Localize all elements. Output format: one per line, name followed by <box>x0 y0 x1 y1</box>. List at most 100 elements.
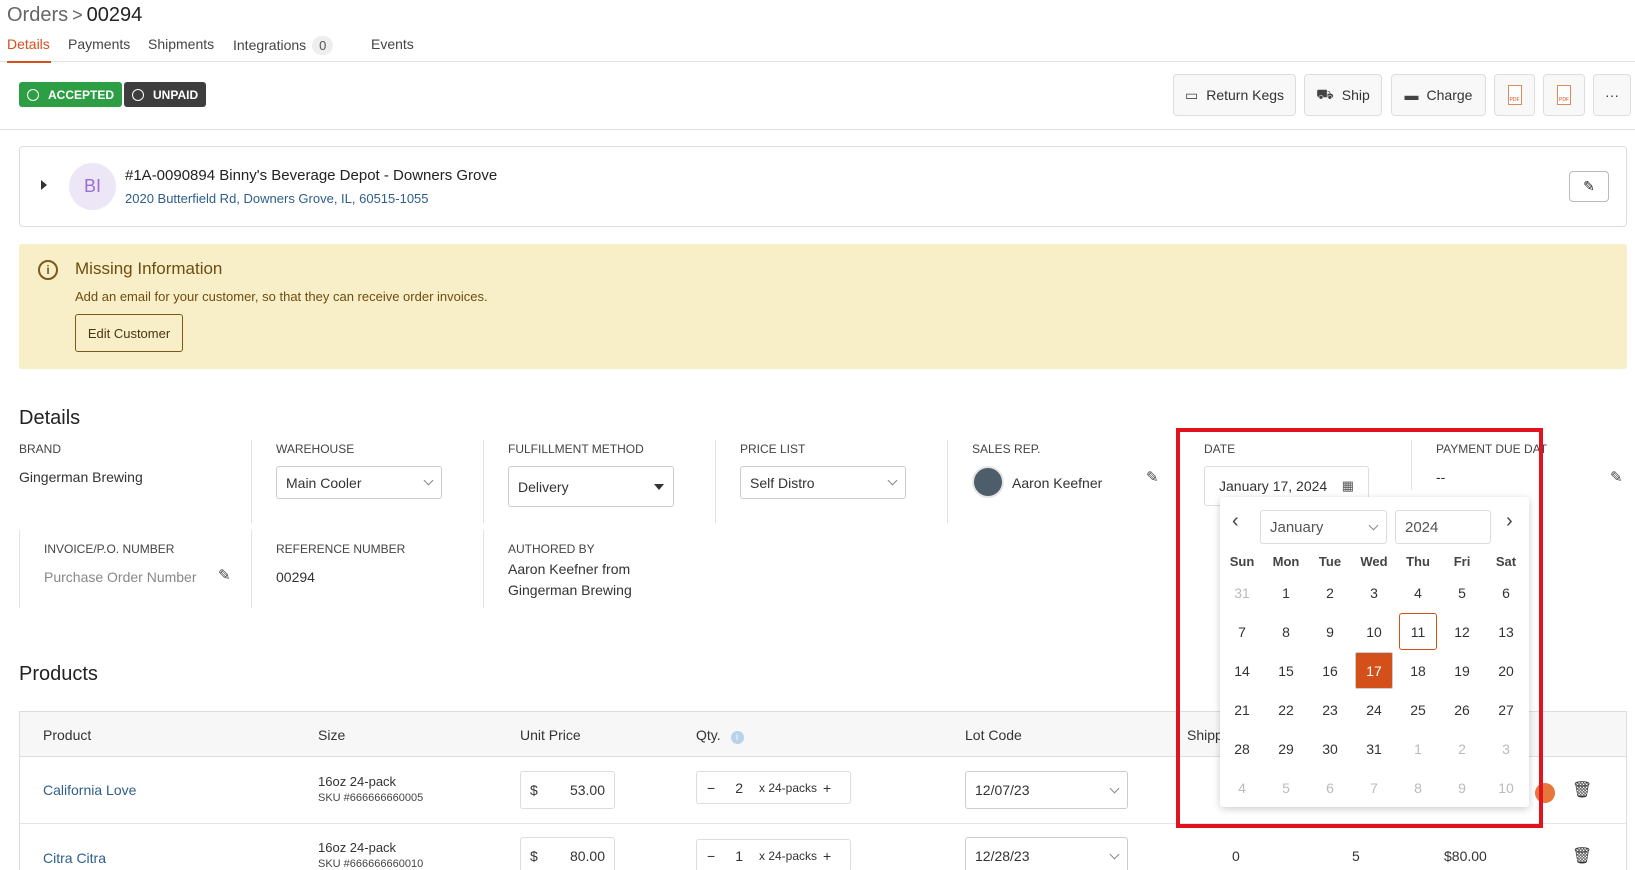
divider <box>947 440 948 523</box>
tab-events[interactable]: Events <box>371 36 414 52</box>
ship-button[interactable]: ⛟ Ship <box>1304 74 1382 116</box>
tab-integrations-label: Integrations <box>233 37 307 53</box>
authored-line2: Gingerman Brewing <box>508 582 632 598</box>
products-heading: Products <box>19 663 98 685</box>
tab-details[interactable]: Details <box>7 36 50 52</box>
price-list-select[interactable]: Self Distro <box>740 466 906 499</box>
col-qty-label: Qty. <box>696 727 721 743</box>
fulfillment-label: FULFILLMENT METHOD <box>508 442 644 456</box>
unpaid-label: UNPAID <box>153 87 199 102</box>
warehouse-value: Main Cooler <box>286 474 362 491</box>
col-unit-price: Unit Price <box>520 727 581 743</box>
unit-price-input[interactable]: $80.00 <box>520 837 615 870</box>
breadcrumb-separator: > <box>72 5 83 25</box>
product-size: 16oz 24-pack SKU #666666660010 <box>318 839 423 870</box>
chevron-down-icon <box>887 475 898 486</box>
plus-icon[interactable]: + <box>823 848 831 864</box>
pdf-icon <box>1507 85 1522 105</box>
price-list-label: PRICE LIST <box>740 442 806 456</box>
lot-code-select[interactable]: 12/07/23 <box>965 771 1128 809</box>
circle-icon <box>132 88 144 101</box>
keg-icon: ▭ <box>1184 86 1199 103</box>
unit-price-input[interactable]: $53.00 <box>520 771 615 809</box>
truck-icon: ⛟ <box>1316 85 1334 102</box>
divider <box>715 440 716 523</box>
invoice-label: INVOICE/P.O. NUMBER <box>44 542 175 556</box>
unit-price-value: 53.00 <box>569 782 605 798</box>
minus-icon[interactable]: − <box>707 848 715 864</box>
return-kegs-button[interactable]: ▭ Return Kegs <box>1173 74 1296 116</box>
quantity-column-value: 5 <box>1352 848 1360 864</box>
unit-price-value: 80.00 <box>569 848 605 864</box>
plus-icon[interactable]: + <box>823 780 831 796</box>
divider <box>483 440 484 523</box>
accepted-status-badge: ACCEPTED <box>19 82 123 107</box>
pdf-invoice-button[interactable] <box>1494 74 1535 116</box>
product-name-link[interactable]: Citra Citra <box>43 850 106 866</box>
highlight-frame <box>1176 428 1543 828</box>
quantity-stepper[interactable]: − 2 x 24-packs + <box>696 771 851 804</box>
delete-row-trash-icon[interactable]: 🗑 <box>1572 846 1592 866</box>
tab-integrations[interactable]: Integrations 0 <box>233 36 334 55</box>
quantity-stepper[interactable]: − 1 x 24-packs + <box>696 839 851 870</box>
missing-info-alert: i Missing Information Add an email for y… <box>19 244 1627 369</box>
pdf-packing-slip-button[interactable] <box>1543 74 1585 116</box>
authored-line1: Aaron Keefner from <box>508 561 631 577</box>
qty-unit: x 24-packs <box>758 780 818 795</box>
divider <box>483 530 484 608</box>
order-status-bar: ACCEPTED UNPAID ▭ Return Kegs ⛟ Ship ▬ Char… <box>0 62 1635 130</box>
page-title: 00294 <box>86 4 143 26</box>
charge-button[interactable]: ▬ Charge <box>1391 74 1486 116</box>
charge-label: Charge <box>1426 87 1473 103</box>
col-qty: Qty. i <box>696 727 744 744</box>
product-name-link[interactable]: California Love <box>43 782 136 798</box>
divider <box>251 530 252 608</box>
edit-sales-rep-pencil-icon[interactable]: ✎ <box>1146 468 1159 486</box>
credit-card-icon: ▬ <box>1404 87 1419 103</box>
delete-row-trash-icon[interactable]: 🗑 <box>1572 780 1592 800</box>
customer-card: BI #1A-0090894 Binny's Beverage Depot - … <box>19 146 1627 227</box>
edit-customer-alert-button[interactable]: Edit Customer <box>75 314 183 352</box>
edit-invoice-pencil-icon[interactable]: ✎ <box>218 566 231 584</box>
sku-text: SKU #666666660005 <box>318 792 424 804</box>
brand-label: BRAND <box>19 442 62 456</box>
divider <box>251 440 252 523</box>
breadcrumb-orders-link[interactable]: Orders <box>7 4 68 27</box>
fulfillment-select[interactable]: Delivery <box>508 466 674 507</box>
warehouse-label: WAREHOUSE <box>276 442 355 456</box>
col-lot-code: Lot Code <box>965 727 1022 743</box>
col-size: Size <box>318 727 346 743</box>
pencil-icon: ✎ <box>1583 178 1595 194</box>
tab-payments[interactable]: Payments <box>68 36 130 52</box>
return-kegs-label: Return Kegs <box>1206 87 1285 103</box>
customer-address-link[interactable]: 2020 Butterfield Rd, Downers Grove, IL, … <box>125 191 429 206</box>
customer-avatar: BI <box>69 163 116 210</box>
currency-symbol: $ <box>530 782 538 798</box>
lot-code-select[interactable]: 12/28/23 <box>965 837 1128 870</box>
edit-customer-button[interactable]: ✎ <box>1569 171 1609 202</box>
brand-value: Gingerman Brewing <box>19 469 143 485</box>
caret-down-icon <box>654 483 664 490</box>
edit-payment-due-pencil-icon[interactable]: ✎ <box>1610 468 1623 486</box>
warehouse-select[interactable]: Main Cooler <box>276 466 442 499</box>
invoice-input[interactable]: Purchase Order Number <box>44 569 197 585</box>
minus-icon[interactable]: − <box>707 780 715 796</box>
tab-shipments[interactable]: Shipments <box>148 36 214 52</box>
breadcrumb: Orders > 00294 <box>7 4 142 27</box>
sales-rep-avatar <box>972 466 1004 498</box>
integrations-count-badge: 0 <box>312 36 334 55</box>
info-icon[interactable]: i <box>730 731 744 744</box>
shipped-value: 0 <box>1232 848 1240 864</box>
size-text: 16oz 24-pack <box>318 774 397 789</box>
col-product: Product <box>43 727 92 743</box>
qty-value: 1 <box>735 847 743 864</box>
expand-caret-icon[interactable] <box>41 180 47 190</box>
more-actions-button[interactable]: ··· <box>1593 74 1631 116</box>
accepted-label: ACCEPTED <box>48 87 115 102</box>
sku-text: SKU #666666660010 <box>318 858 424 870</box>
alert-message: Add an email for your customer, so that … <box>75 289 488 304</box>
divider <box>19 530 20 608</box>
product-size: 16oz 24-pack SKU #666666660005 <box>318 773 423 807</box>
qty-unit: x 24-packs <box>758 848 818 863</box>
reference-value: 00294 <box>276 569 315 585</box>
